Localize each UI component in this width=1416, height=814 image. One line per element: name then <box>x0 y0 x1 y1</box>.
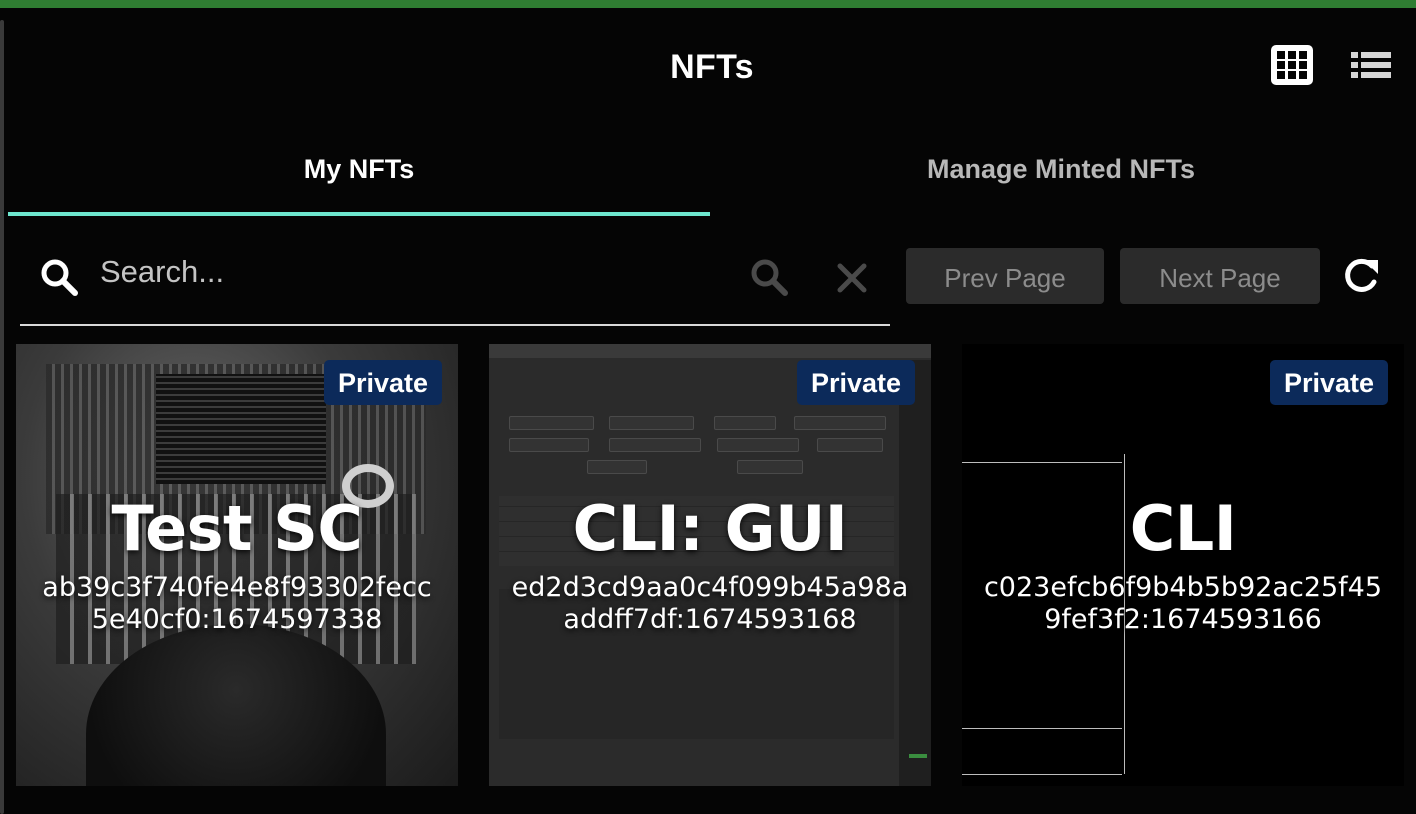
list-icon <box>1351 52 1391 78</box>
nft-name: CLI: GUI <box>572 492 848 565</box>
top-color-strip <box>0 0 1416 8</box>
search-input[interactable] <box>100 246 730 298</box>
nft-name: CLI <box>1129 492 1237 565</box>
nft-card[interactable]: Private Test SC ab39c3f740fe4e8f93302fec… <box>16 344 458 786</box>
nft-tabs: My NFTs Manage Minted NFTs <box>8 140 1414 216</box>
grid-view-button[interactable] <box>1270 44 1314 86</box>
nft-card-label: CLI: GUI ed2d3cd9aa0c4f099b45a98aaddff7d… <box>489 494 931 636</box>
list-view-button[interactable] <box>1349 44 1393 86</box>
window-edge <box>0 20 4 814</box>
next-page-button[interactable]: Next Page <box>1120 248 1320 304</box>
prev-page-button[interactable]: Prev Page <box>906 248 1104 304</box>
private-badge: Private <box>1269 360 1388 405</box>
search-submit-icon[interactable] <box>748 256 790 298</box>
private-badge: Private <box>323 360 442 405</box>
nft-identifier: ab39c3f740fe4e8f93302fecc5e40cf0:1674597… <box>42 572 432 635</box>
page-title: NFTs <box>670 48 754 86</box>
nft-card[interactable]: Private CLI c023efcb6f9b4b5b92ac25f459fe… <box>962 344 1404 786</box>
nft-identifier: ed2d3cd9aa0c4f099b45a98aaddff7df:1674593… <box>511 572 909 635</box>
tab-manage-minted-nfts[interactable]: Manage Minted NFTs <box>710 140 1412 216</box>
search-icon <box>41 259 78 296</box>
active-tab-indicator <box>8 212 710 216</box>
nft-card-label: CLI c023efcb6f9b4b5b92ac25f459fef3f2:167… <box>962 494 1404 636</box>
tab-my-nfts[interactable]: My NFTs <box>8 140 710 216</box>
page-header: NFTs <box>8 8 1416 120</box>
nft-name: Test SC <box>111 492 363 565</box>
private-badge: Private <box>796 360 915 405</box>
refresh-icon[interactable] <box>1338 254 1382 298</box>
nft-identifier: c023efcb6f9b4b5b92ac25f459fef3f2:1674593… <box>983 572 1383 635</box>
clear-icon[interactable] <box>832 258 872 298</box>
nft-card[interactable]: Private CLI: GUI ed2d3cd9aa0c4f099b45a98… <box>489 344 931 786</box>
nft-card-label: Test SC ab39c3f740fe4e8f93302fecc5e40cf0… <box>16 494 458 636</box>
search-bar <box>20 236 890 326</box>
grid-icon <box>1271 45 1313 85</box>
